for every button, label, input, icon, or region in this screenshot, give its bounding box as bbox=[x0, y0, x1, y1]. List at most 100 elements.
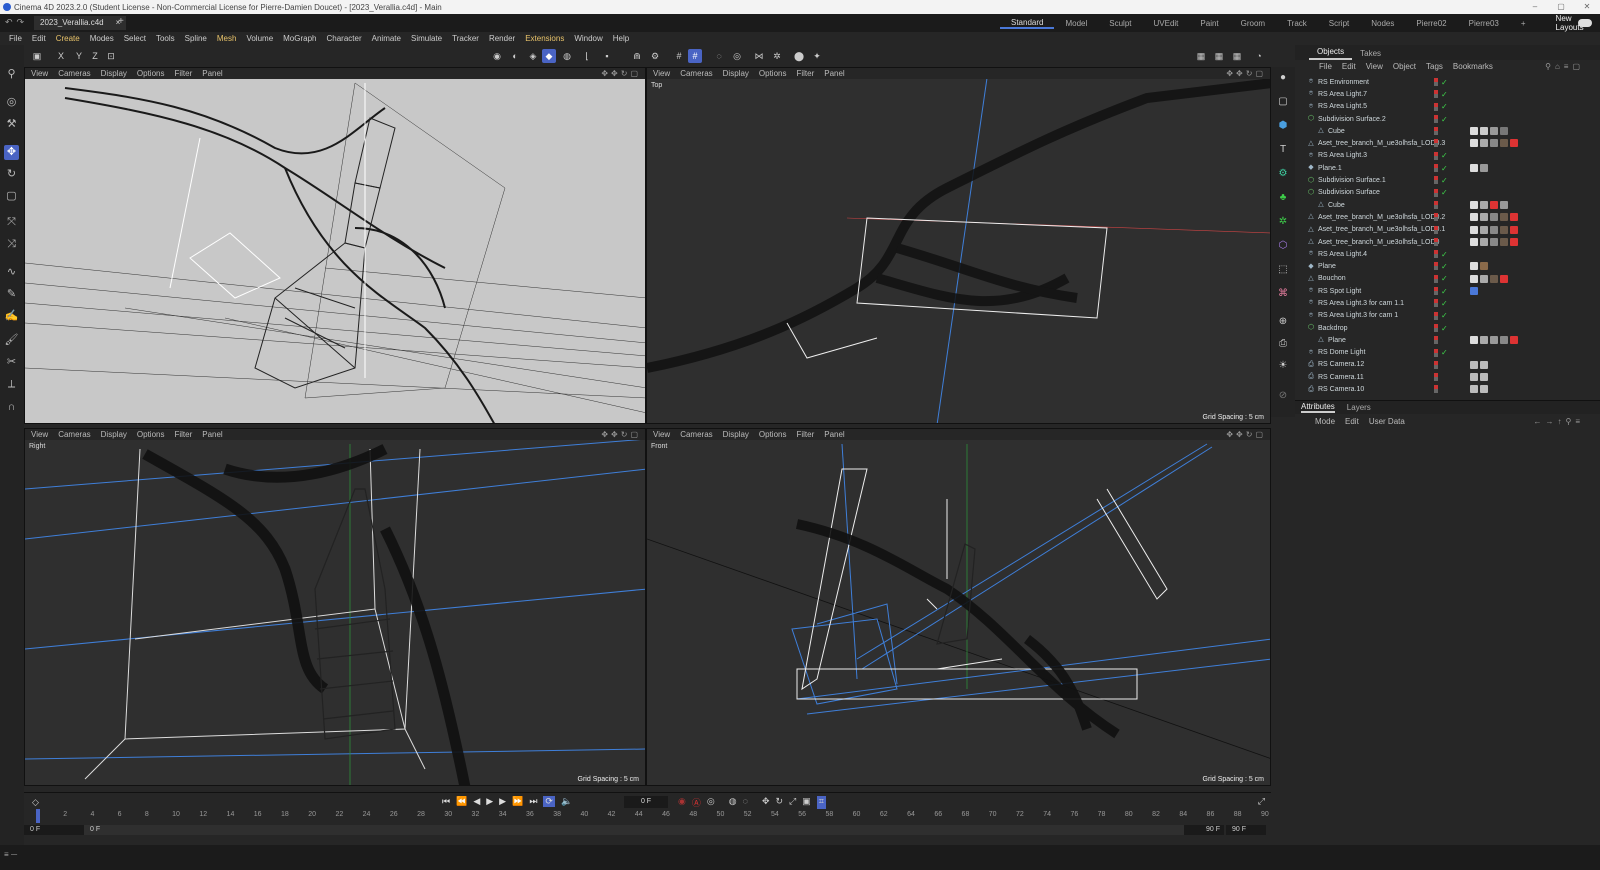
layout-tab-nodes[interactable]: Nodes bbox=[1360, 19, 1405, 28]
enabled-check-icon[interactable]: ✓ bbox=[1441, 151, 1448, 160]
timeline-playhead[interactable] bbox=[36, 809, 40, 823]
tag-icon[interactable] bbox=[1490, 336, 1498, 345]
vp-menu-panel[interactable]: Panel bbox=[202, 69, 222, 78]
menu-mesh[interactable]: Mesh bbox=[212, 34, 242, 43]
axis-y-button[interactable]: Y bbox=[72, 49, 86, 63]
model-mode-icon[interactable]: ◆ bbox=[542, 49, 556, 63]
polygons-mode-icon[interactable]: ◈ bbox=[526, 49, 540, 63]
viewport-nav-icons[interactable]: ✥✥↻▢ bbox=[1226, 69, 1266, 78]
menu-volume[interactable]: Volume bbox=[241, 34, 278, 43]
attr-menu-user-data[interactable]: User Data bbox=[1369, 417, 1405, 426]
axis-z-button[interactable]: Z bbox=[88, 49, 102, 63]
tag-icon[interactable] bbox=[1480, 213, 1488, 222]
om-menu-object[interactable]: Object bbox=[1393, 62, 1416, 71]
field-icon[interactable]: ⬚ bbox=[1276, 263, 1290, 277]
tag-icon[interactable] bbox=[1490, 200, 1498, 209]
object-row[interactable]: ⌾ RS Spot Light ✓ bbox=[1295, 285, 1600, 297]
vp-menu-options[interactable]: Options bbox=[137, 430, 165, 439]
vp-menu-filter[interactable]: Filter bbox=[796, 430, 814, 439]
object-row[interactable]: ⎙ RS Camera.10 bbox=[1295, 383, 1600, 395]
tag-icon[interactable] bbox=[1470, 127, 1478, 136]
tag-icon[interactable] bbox=[1470, 336, 1478, 345]
menu-select[interactable]: Select bbox=[119, 34, 151, 43]
vp-menu-panel[interactable]: Panel bbox=[202, 430, 222, 439]
tag-icon[interactable] bbox=[1490, 225, 1498, 234]
render-settings-icon[interactable]: ▦ bbox=[1230, 49, 1244, 63]
layout-tab-track[interactable]: Track bbox=[1276, 19, 1318, 28]
deformer-icon[interactable]: ⬡ bbox=[1276, 239, 1290, 253]
timeline-settings-icon[interactable]: ◌ bbox=[743, 796, 748, 809]
magnet-tool-icon[interactable]: ∩ bbox=[4, 400, 19, 415]
timeline-end-field[interactable]: 90 F bbox=[1226, 825, 1266, 835]
knife-tool-icon[interactable]: ✂ bbox=[4, 355, 19, 370]
object-row[interactable]: ⬡ Backdrop ✓ bbox=[1295, 322, 1600, 334]
tag-icon[interactable] bbox=[1480, 127, 1488, 136]
menu-tracker[interactable]: Tracker bbox=[447, 34, 484, 43]
om-menu-tags[interactable]: Tags bbox=[1426, 62, 1443, 71]
environment-icon[interactable]: ⊕ bbox=[1276, 315, 1290, 329]
visibility-dots[interactable] bbox=[1434, 373, 1438, 382]
tag-icon[interactable] bbox=[1490, 127, 1498, 136]
sound-icon[interactable]: 🔈 bbox=[561, 796, 572, 807]
search-icon[interactable]: ⚲ bbox=[4, 67, 19, 82]
tag-icon[interactable] bbox=[1510, 139, 1518, 148]
menu-tools[interactable]: Tools bbox=[151, 34, 180, 43]
autokey-icon[interactable]: Ⓐ bbox=[692, 796, 701, 809]
tag-icon[interactable] bbox=[1510, 213, 1518, 222]
visibility-dots[interactable] bbox=[1434, 78, 1438, 86]
coordinate-system-icon[interactable]: ⊡ bbox=[104, 49, 118, 63]
pla-key-icon[interactable]: ⌗ bbox=[816, 796, 826, 809]
visibility-dots[interactable] bbox=[1434, 311, 1438, 320]
light-object-icon[interactable]: ☀ bbox=[1276, 359, 1290, 373]
tag-icon[interactable] bbox=[1480, 200, 1488, 209]
attr-menu-mode[interactable]: Mode bbox=[1315, 417, 1335, 426]
live-select-icon[interactable]: ◎ bbox=[4, 95, 19, 110]
visibility-dots[interactable] bbox=[1434, 176, 1438, 185]
viewport-perspective[interactable]: View Cameras Display Options Filter Pane… bbox=[24, 67, 646, 424]
render-view-icon[interactable]: ⬤ bbox=[792, 49, 806, 63]
vp-menu-options[interactable]: Options bbox=[137, 69, 165, 78]
object-row[interactable]: ⌾ RS Dome Light ✓ bbox=[1295, 347, 1600, 359]
text-object-icon[interactable]: T bbox=[1276, 143, 1290, 157]
tag-icon[interactable] bbox=[1480, 139, 1488, 148]
visibility-dots[interactable] bbox=[1434, 213, 1438, 222]
maximize-button[interactable]: ▢ bbox=[1548, 0, 1574, 14]
visibility-dots[interactable] bbox=[1434, 102, 1438, 111]
object-row[interactable]: ◆ Plane.1 ✓ bbox=[1295, 162, 1600, 174]
tag-icon[interactable] bbox=[1470, 287, 1478, 296]
visibility-dots[interactable] bbox=[1434, 360, 1438, 369]
menu-simulate[interactable]: Simulate bbox=[406, 34, 447, 43]
enabled-check-icon[interactable]: ✓ bbox=[1441, 262, 1448, 271]
visibility-dots[interactable] bbox=[1434, 274, 1438, 283]
redshift-sphere-icon[interactable]: ● bbox=[1276, 71, 1290, 85]
enabled-check-icon[interactable]: ✓ bbox=[1441, 164, 1448, 173]
tag-icon[interactable] bbox=[1480, 373, 1488, 382]
new-document-button[interactable]: + bbox=[118, 16, 124, 27]
effector-icon[interactable]: ✲ bbox=[1276, 215, 1290, 229]
enabled-check-icon[interactable]: ✓ bbox=[1441, 176, 1448, 185]
paint-icon[interactable]: ✍ bbox=[4, 309, 19, 324]
menu-modes[interactable]: Modes bbox=[85, 34, 119, 43]
tag-icon[interactable] bbox=[1490, 213, 1498, 222]
position-key-icon[interactable]: ✥ bbox=[762, 796, 770, 809]
generator-icon[interactable]: ⚙ bbox=[1276, 167, 1290, 181]
tag-icon[interactable] bbox=[1490, 139, 1498, 148]
tag-icon[interactable] bbox=[1500, 225, 1508, 234]
tab-attributes[interactable]: Attributes bbox=[1301, 402, 1335, 413]
tag-icon[interactable] bbox=[1500, 274, 1508, 283]
tag-icon[interactable] bbox=[1470, 164, 1478, 173]
visibility-dots[interactable] bbox=[1434, 348, 1438, 357]
tag-icon[interactable] bbox=[1470, 385, 1478, 394]
tag-icon[interactable] bbox=[1500, 336, 1508, 345]
object-row[interactable]: ⌾ RS Area Light.3 for cam 1 ✓ bbox=[1295, 310, 1600, 322]
visibility-dots[interactable] bbox=[1434, 151, 1438, 160]
object-row[interactable]: ⎙ RS Camera.11 bbox=[1295, 371, 1600, 383]
texture-mode-icon[interactable]: ◍ bbox=[560, 49, 574, 63]
tag-icon[interactable] bbox=[1480, 225, 1488, 234]
keyframe-selection-icon[interactable]: ◎ bbox=[707, 796, 715, 809]
enabled-check-icon[interactable]: ✓ bbox=[1441, 250, 1448, 259]
vp-menu-view[interactable]: View bbox=[31, 430, 48, 439]
selection-tools-icon[interactable]: ⚒ bbox=[4, 117, 19, 132]
menu-character[interactable]: Character bbox=[322, 34, 367, 43]
object-row[interactable]: △ Plane bbox=[1295, 334, 1600, 346]
